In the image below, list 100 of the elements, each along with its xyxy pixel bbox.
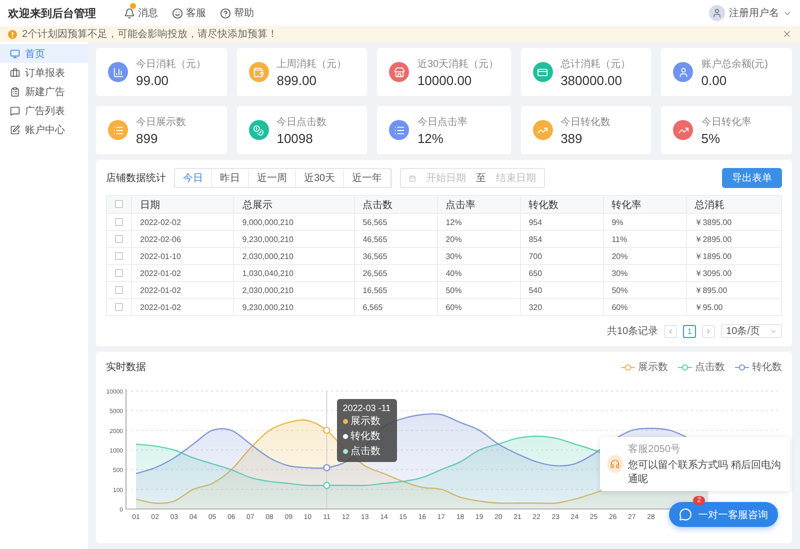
column-header: 转化数	[520, 196, 604, 214]
range-tab[interactable]: 近一年	[344, 169, 392, 187]
briefcase-icon	[10, 68, 20, 78]
warning-icon	[8, 30, 17, 38]
table-cell: 50%	[603, 282, 686, 298]
range-tab[interactable]: 昨日	[212, 169, 249, 187]
tooltip-title: 2022-03 -11	[342, 403, 391, 413]
column-header: 点击数	[354, 196, 438, 214]
column-header: 总消耗	[686, 196, 782, 214]
table-cell: ￥2895.00	[686, 230, 782, 248]
calendar-icon	[409, 174, 416, 182]
stat-label: 账户总余额(元)	[701, 58, 768, 70]
chat-message: 您可以留个联系方式吗 稍后回电沟通呢	[628, 458, 782, 486]
agent-avatar-icon	[607, 455, 624, 473]
stat-label: 今日展示数	[136, 116, 186, 128]
table-cell: 700	[520, 248, 604, 264]
message-icon	[10, 106, 20, 116]
column-header: 日期	[132, 196, 234, 214]
next-page-button[interactable]	[702, 324, 716, 338]
table-cell: 2022-01-02	[132, 298, 234, 316]
table-cell: 2022-01-10	[132, 248, 234, 264]
table-cell: 9,230,000,210	[234, 298, 354, 316]
monitor-icon	[10, 48, 20, 58]
table-cell: ￥1895.00	[686, 248, 782, 264]
table-cell: 2022-01-02	[132, 264, 234, 282]
chat-button[interactable]: 一对一客服咨询	[669, 502, 778, 527]
table-cell: 854	[520, 230, 604, 248]
range-tab[interactable]: 近30天	[296, 169, 344, 187]
stat-label: 今日点击数	[276, 116, 327, 128]
tooltip-label: 转化数	[350, 430, 381, 443]
stat-value: 899	[136, 130, 159, 146]
date-range-field[interactable]: 开始日期 至 结束日期	[400, 168, 546, 188]
chevron-right-icon	[705, 328, 712, 334]
smiley-icon	[172, 8, 183, 18]
table-cell: 20%	[603, 248, 686, 264]
caret-icon	[770, 328, 777, 334]
stat-label: 今日转化数	[560, 116, 611, 128]
stat-value: 10000.00	[417, 72, 473, 88]
legend-label[interactable]: 展示数	[638, 360, 668, 374]
panel-title: 店铺数据统计	[106, 172, 166, 185]
chevron-left-icon	[667, 328, 674, 334]
sidebar-item[interactable]: 订单报表	[0, 63, 88, 82]
table-cell: 11%	[603, 230, 686, 248]
legend-label[interactable]: 转化数	[752, 360, 782, 374]
column-header: 转化率	[603, 196, 686, 214]
range-tab[interactable]: 近一周	[249, 169, 296, 187]
table-cell: ￥3895.00	[686, 214, 782, 230]
table-cell: 9,000,000,210	[234, 214, 354, 230]
edit-icon	[10, 124, 20, 134]
alert-text: 2个计划因预算不足，可能会影响投放，请尽快添加预算！	[22, 28, 279, 41]
prev-page-button[interactable]	[664, 324, 678, 338]
nav-link[interactable]: 帮助	[220, 6, 254, 20]
range-tab[interactable]: 今日	[175, 169, 212, 187]
stat-value: 899.00	[276, 72, 318, 88]
table-cell: 2,030,000,210	[234, 282, 354, 298]
avatar-icon[interactable]	[709, 5, 725, 21]
table-cell: ￥895.00	[686, 282, 782, 298]
stat-label: 今日点击率	[417, 116, 468, 128]
close-icon[interactable]	[782, 29, 792, 39]
table-cell: 20%	[437, 230, 520, 248]
sidebar-item[interactable]: 新建广告	[0, 82, 88, 101]
table-cell: 30%	[437, 248, 520, 264]
chat-icon	[679, 508, 692, 521]
column-header: 总展示	[234, 196, 354, 214]
table-cell: 650	[520, 264, 604, 282]
table-cell: 320	[520, 298, 604, 316]
tooltip-label: 展示数	[350, 415, 381, 428]
end-date-placeholder: 结束日期	[496, 172, 536, 185]
checkbox[interactable]	[115, 235, 123, 244]
checkbox[interactable]	[115, 269, 123, 278]
table-cell: 540	[520, 282, 604, 298]
data-point-marker	[323, 426, 330, 434]
stat-label: 上周消耗（元）	[276, 58, 347, 70]
user-name[interactable]: 注册用户名	[729, 6, 779, 20]
stat-value: 0.00	[701, 72, 728, 88]
stat-value: 389	[560, 130, 584, 146]
table-cell: 56,565	[354, 214, 438, 230]
table-cell: 60%	[437, 298, 520, 316]
legend-label[interactable]: 点击数	[695, 360, 725, 374]
table-cell: 16,565	[354, 282, 438, 298]
checkbox[interactable]	[115, 303, 123, 312]
clipboard-icon	[10, 86, 20, 96]
sidebar-item[interactable]: 广告列表	[0, 101, 88, 120]
nav-link[interactable]: 客服	[172, 6, 206, 20]
table-cell: 2,030,000,210	[234, 248, 354, 264]
data-point-marker	[323, 464, 330, 472]
stat-label: 近30天消耗（元）	[417, 58, 499, 70]
checkbox[interactable]	[115, 218, 123, 226]
page-size-select[interactable]: 10条/页	[721, 324, 782, 338]
stat-value: 380000.00	[560, 72, 624, 88]
table-cell: 954	[520, 214, 604, 230]
panel-title: 实时数据	[106, 360, 146, 374]
stat-value: 12%	[417, 130, 444, 146]
checkbox[interactable]	[115, 286, 123, 294]
stat-value: 10098	[276, 130, 314, 146]
checkbox[interactable]	[115, 200, 123, 208]
stat-value: 99.00	[136, 72, 170, 88]
nav-link[interactable]: 消息	[124, 6, 158, 20]
checkbox[interactable]	[115, 252, 123, 260]
sidebar-item[interactable]: 账户中心	[0, 120, 88, 139]
